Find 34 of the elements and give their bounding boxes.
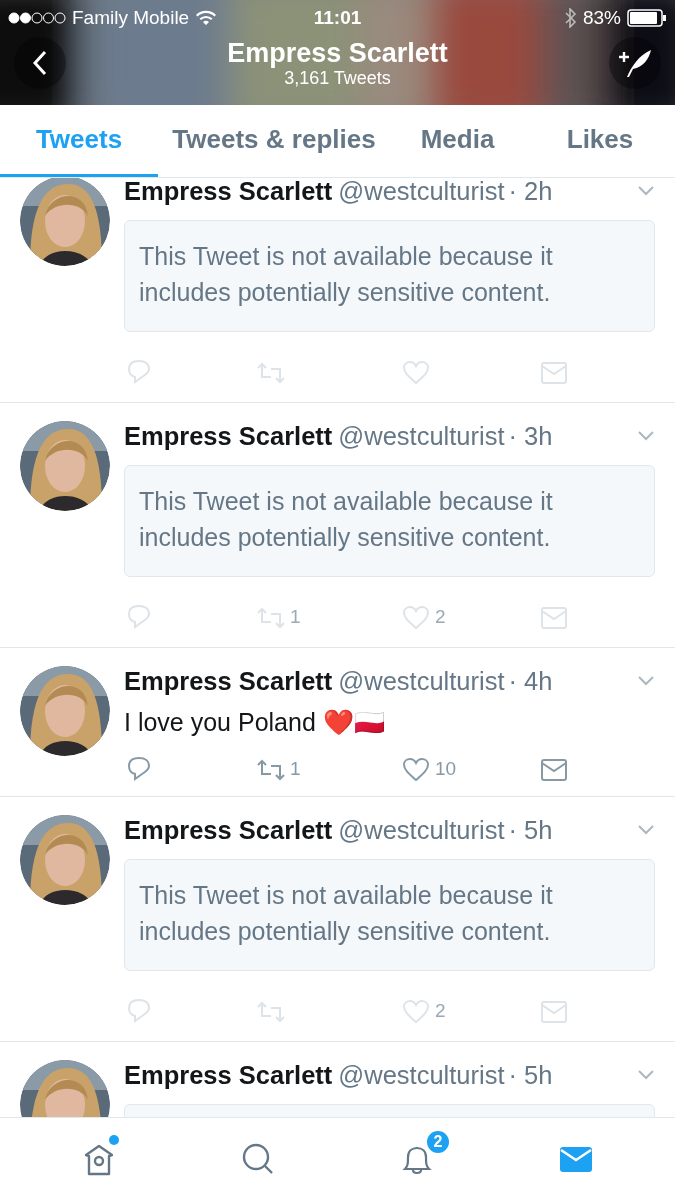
author-handle: @westculturist [338,815,505,845]
author-handle: @westculturist [338,1060,505,1090]
like-button[interactable]: 10 [401,755,457,783]
battery-percent: 83% [583,7,621,29]
notifications-tab[interactable]: 2 [382,1127,451,1191]
author-name: Empress Scarlett [124,178,333,206]
author-name: Empress Scarlett [124,666,333,696]
clock-time: 11:01 [313,7,362,29]
like-button[interactable]: 2 [401,603,446,631]
sensitive-content-notice: This Tweet is not available because it includes potentially sensitive content. [124,220,655,332]
author-name: Empress Scarlett [124,1060,333,1090]
tab[interactable]: Tweets & replies [158,105,390,177]
carrier-name: Family Mobile [72,7,190,29]
tweet-time: · 5h [508,1060,553,1090]
author-name: Empress Scarlett [124,815,333,845]
retweet-button[interactable]: 1 [256,755,301,783]
retweet-button[interactable]: 1 [256,603,301,631]
author-name: Empress Scarlett [124,421,333,451]
tab[interactable]: Media [390,105,525,177]
tweet-time: · 2h [508,178,553,206]
author-handle: @westculturist [338,421,505,451]
profile-name: Empress Scarlett [227,38,448,68]
tweet-time: · 4h [508,666,553,696]
author-handle: @westculturist [338,666,505,696]
sensitive-content-notice: This Tweet is not available because it includes potentially sensitive content. [124,465,655,577]
like-button[interactable]: 2 [401,997,446,1025]
sensitive-content-notice: This Tweet is not available because it includes potentially sensitive content. [124,859,655,971]
tweet-time: · 3h [508,421,553,451]
notification-count: 2 [424,1129,451,1155]
author-handle: @westculturist [338,178,505,206]
tweet-time: · 5h [508,815,553,845]
tweet-count: 3,161 Tweets [284,68,391,88]
tweet-text: I love you Poland ❤🇵🇱 [124,707,386,738]
tab[interactable]: Likes [525,105,675,177]
